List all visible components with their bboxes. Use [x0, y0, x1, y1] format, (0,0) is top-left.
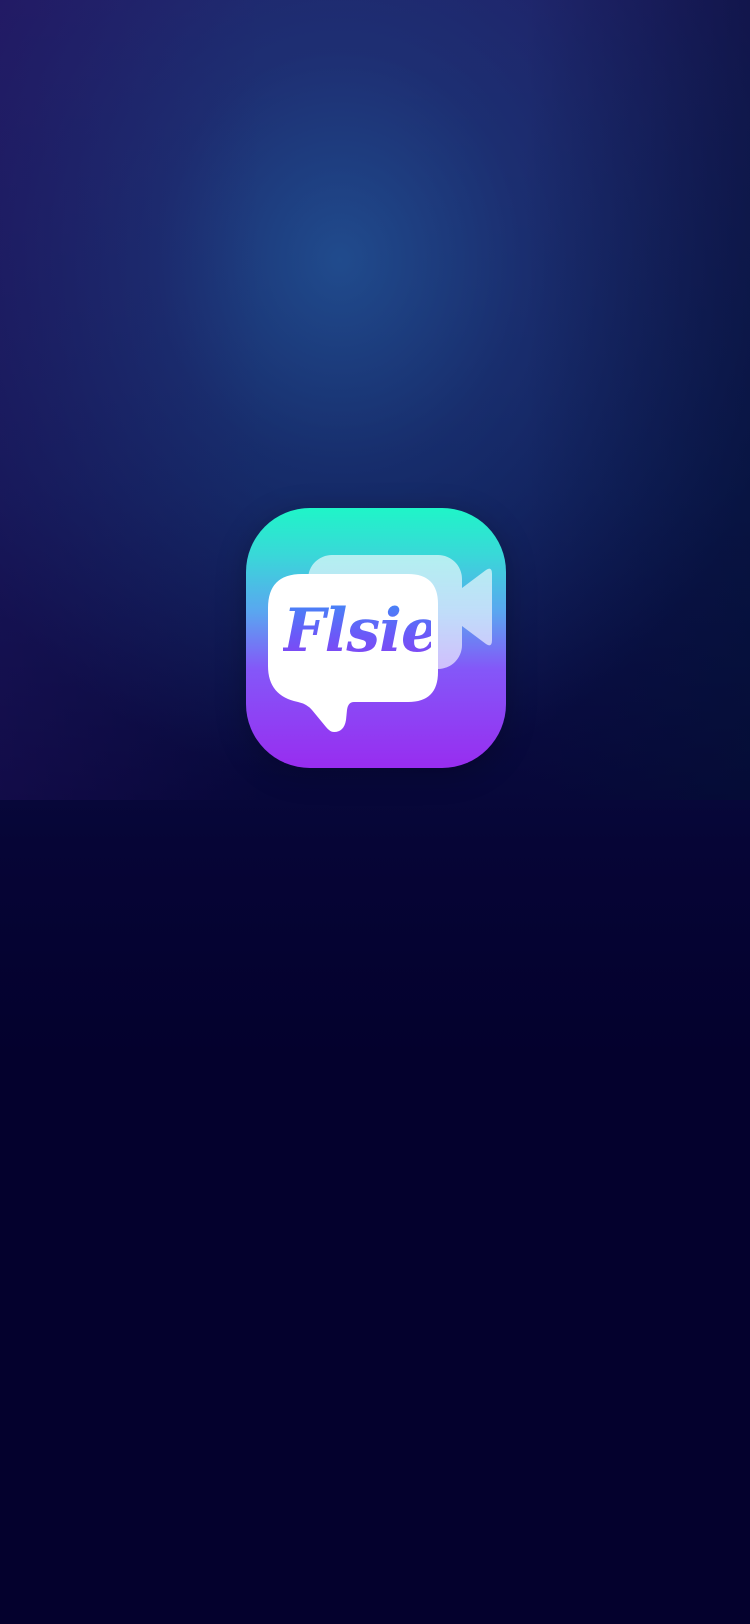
camera-lens-shape: [462, 568, 492, 646]
splash-background: [0, 0, 750, 1624]
app-name-wordmark: Flsie: [283, 596, 439, 666]
app-logo: Flsie: [246, 508, 506, 768]
